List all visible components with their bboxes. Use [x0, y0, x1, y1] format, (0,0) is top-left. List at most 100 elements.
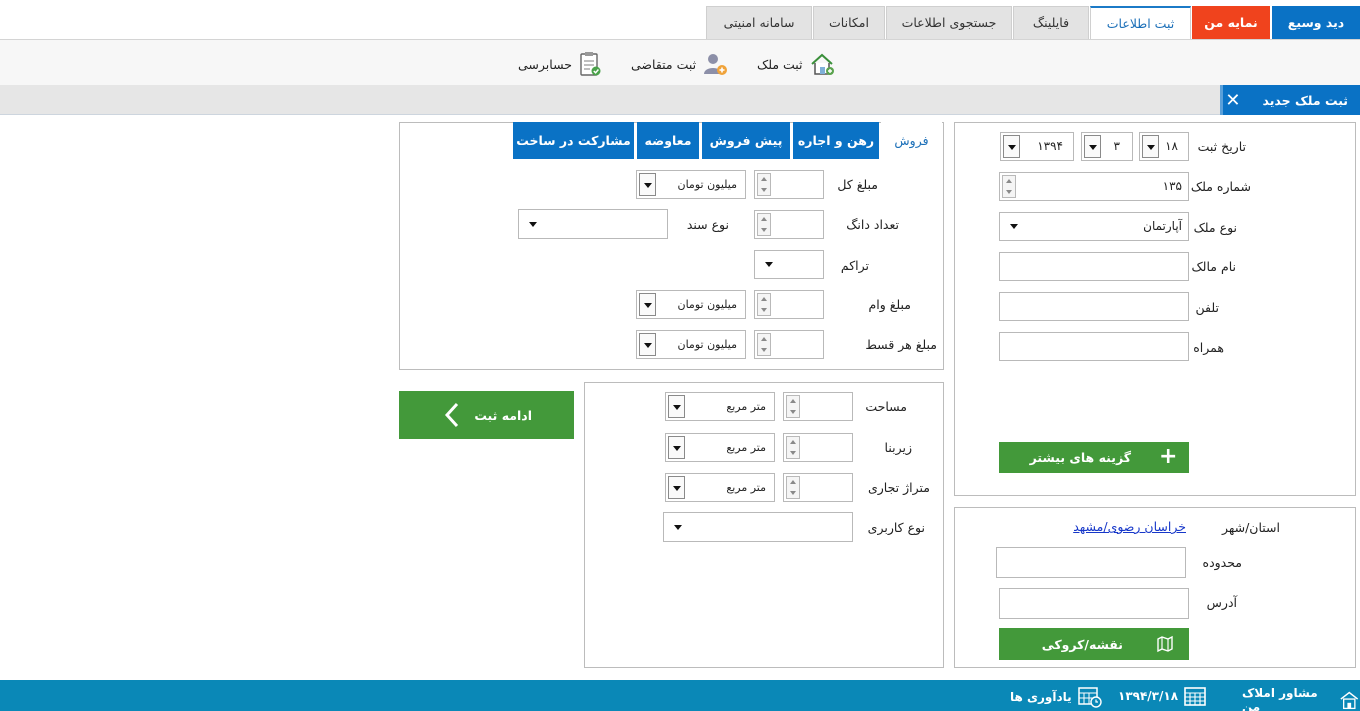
loan-amount-unit-select[interactable]: میلیون تومان [636, 290, 746, 319]
property-type-label: نوع ملک [1193, 220, 1237, 235]
built-area-unit-select[interactable]: متر مربع [665, 433, 775, 462]
reminders-item[interactable]: یادآوری ها [1010, 686, 1102, 708]
phone-label: تلفن [1195, 300, 1219, 315]
loan-amount-input[interactable] [754, 290, 824, 319]
app-name: مشاور املاک من [1242, 686, 1318, 711]
map-sketch-button[interactable]: نقشه/کروکی [999, 628, 1189, 660]
tab-pre-sale[interactable]: پیش فروش [702, 122, 790, 159]
owner-name-label: نام مالک [1191, 259, 1236, 274]
audit-button[interactable]: حسابرسی [518, 52, 602, 76]
register-property-button[interactable]: ثبت ملک [757, 52, 835, 76]
new-property-tab[interactable]: ✕ ثبت ملک جدید [1220, 85, 1360, 115]
chevron-left-icon [444, 402, 459, 428]
tab-mortgage-rent[interactable]: رهن و اجاره [793, 122, 879, 159]
close-icon[interactable]: ✕ [1225, 90, 1240, 111]
area-region-input[interactable] [996, 547, 1186, 578]
built-area-label: زیربنا [884, 440, 912, 455]
house-icon [1340, 691, 1359, 710]
clipboard-check-icon [580, 52, 601, 76]
reg-year-value: ۱۳۹۴ [1037, 139, 1063, 153]
register-applicant-button[interactable]: ثبت متقاضی [631, 52, 728, 76]
total-price-label: مبلغ کل [837, 177, 878, 192]
tab-register-info[interactable]: ثبت اطلاعات [1090, 6, 1191, 40]
address-input[interactable] [999, 588, 1189, 619]
installment-label: مبلغ هر قسط [865, 337, 937, 352]
map-icon [1157, 635, 1173, 653]
continue-register-label: ادامه ثبت [474, 408, 532, 423]
area-unit-select[interactable]: متر مربع [665, 392, 775, 421]
usage-type-label: نوع کاربری [867, 520, 925, 535]
reg-day-select[interactable]: ۱۸ [1139, 132, 1189, 161]
area-region-label: محدوده [1202, 555, 1242, 570]
toolbar: ثبت ملک ثبت متقاضی حسابرسی [0, 39, 1360, 85]
tab-filing[interactable]: فایلینگ [1013, 6, 1089, 39]
deed-type-select[interactable] [518, 209, 668, 239]
calendar-clock-icon [1077, 687, 1102, 708]
installment-unit-value: میلیون تومان [677, 338, 738, 351]
commercial-frontage-unit-value: متر مربع [726, 481, 766, 494]
tab-sale[interactable]: فروش [881, 122, 942, 159]
house-add-icon [810, 53, 834, 75]
installment-input[interactable] [754, 330, 824, 359]
commercial-frontage-unit-select[interactable]: متر مربع [665, 473, 775, 502]
audit-label: حسابرسی [518, 56, 572, 72]
reg-year-select[interactable]: ۱۳۹۴ [1000, 132, 1074, 161]
usage-type-select[interactable] [663, 512, 853, 542]
loan-amount-label: مبلغ وام [868, 297, 911, 312]
property-type-select[interactable]: آپارتمان [999, 212, 1189, 241]
mobile-input[interactable] [999, 332, 1189, 361]
tab-exchange[interactable]: معاوضه [637, 122, 699, 159]
reg-month-select[interactable]: ۳ [1081, 132, 1133, 161]
area-unit-value: متر مربع [726, 400, 766, 413]
tab-search-info[interactable]: جستجوی اطلاعات [886, 6, 1012, 39]
calendar-icon [1184, 687, 1206, 706]
user-add-icon [704, 54, 728, 75]
loan-amount-unit-value: میلیون تومان [677, 298, 738, 311]
section-bar: ✕ ثبت ملک جدید [0, 85, 1360, 115]
reg-month-value: ۳ [1113, 139, 1120, 153]
owner-name-input[interactable] [999, 252, 1189, 281]
current-date: ۱۳۹۴/۳/۱۸ [1118, 689, 1179, 703]
area-label: مساحت [865, 399, 907, 414]
commercial-frontage-input[interactable] [783, 473, 853, 502]
dang-count-input[interactable] [754, 210, 824, 239]
property-number-label: شماره ملک [1190, 179, 1251, 194]
tab-facilities[interactable]: امکانات [813, 6, 885, 39]
reg-date-label: تاریخ ثبت [1197, 139, 1246, 154]
property-number-value: ۱۳۵ [1162, 179, 1182, 193]
dang-count-label: تعداد دانگ [846, 217, 899, 232]
tab-security-system[interactable]: سامانه امنیتی [706, 6, 812, 39]
phone-input[interactable] [999, 292, 1189, 321]
address-label: آدرس [1206, 595, 1237, 610]
date-item[interactable]: ۱۳۹۴/۳/۱۸ [1118, 686, 1206, 706]
installment-unit-select[interactable]: میلیون تومان [636, 330, 746, 359]
total-price-input[interactable] [754, 170, 824, 199]
area-input[interactable] [783, 392, 853, 421]
app-name-item: مشاور املاک من [1242, 686, 1360, 711]
density-label: تراکم [840, 258, 869, 273]
more-options-label: گزینه های بیشتر [1029, 450, 1131, 465]
density-select[interactable] [754, 250, 824, 279]
built-area-input[interactable] [783, 433, 853, 462]
map-sketch-label: نقشه/کروکی [1041, 637, 1123, 652]
commercial-frontage-label: متراژ تجاری [867, 480, 930, 495]
province-city-label: استان/شهر [1221, 520, 1280, 535]
deed-type-label: نوع سند [686, 217, 729, 232]
reg-day-value: ۱۸ [1165, 139, 1178, 153]
more-options-button[interactable]: + گزینه های بیشتر [999, 442, 1189, 473]
total-price-unit-select[interactable]: میلیون تومان [636, 170, 746, 199]
tab-my-view[interactable]: نمایه من [1192, 6, 1270, 39]
total-price-unit-value: میلیون تومان [677, 178, 738, 191]
property-number-spinner[interactable] [1002, 175, 1016, 198]
tab-wide-view[interactable]: دید وسیع [1272, 6, 1360, 39]
built-area-unit-value: متر مربع [726, 441, 766, 454]
continue-register-button[interactable]: ادامه ثبت [399, 391, 574, 439]
property-number-input[interactable]: ۱۳۵ [999, 172, 1189, 201]
new-property-tab-label: ثبت ملک جدید [1262, 92, 1348, 108]
register-property-label: ثبت ملک [757, 56, 803, 72]
mobile-label: همراه [1193, 340, 1224, 355]
tab-partnership[interactable]: مشارکت در ساخت [513, 122, 634, 159]
plus-icon: + [1159, 444, 1178, 469]
register-applicant-label: ثبت متقاضی [631, 56, 697, 72]
province-city-link[interactable]: خراسان رضوی/مشهد [1073, 519, 1186, 534]
